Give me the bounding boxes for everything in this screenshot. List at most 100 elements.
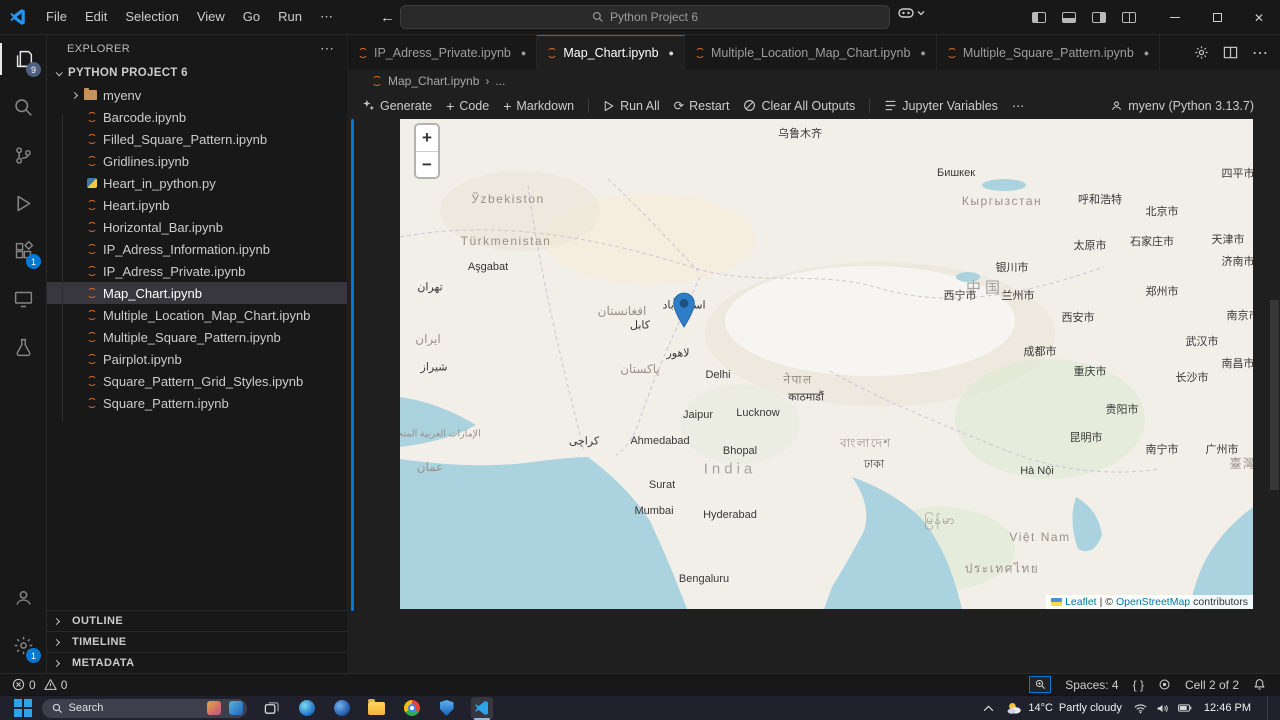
sidebar-item-search[interactable] bbox=[0, 83, 47, 131]
sidebar-item-remote-explorer[interactable] bbox=[0, 275, 47, 323]
modified-dot-icon[interactable]: ● bbox=[521, 48, 526, 58]
cell-indicator[interactable]: Cell 2 of 2 bbox=[1185, 678, 1239, 692]
tab-ip-adress-private[interactable]: IP_Adress_Private.ipynb ● bbox=[348, 35, 538, 70]
minimize-button[interactable] bbox=[1154, 0, 1196, 35]
taskbar-app-store[interactable] bbox=[331, 697, 353, 720]
settings-button[interactable]: 1 bbox=[0, 621, 47, 669]
show-hidden-icons-chevron[interactable] bbox=[983, 704, 994, 712]
close-button[interactable]: ✕ bbox=[1238, 0, 1280, 35]
sidebar-item-Pairplot.ipynb[interactable]: Pairplot.ipynb bbox=[47, 348, 347, 370]
zoom-in-button[interactable]: + bbox=[416, 125, 438, 151]
sidebar-item-Map_Chart.ipynb[interactable]: Map_Chart.ipynb bbox=[47, 282, 347, 304]
zoom-indicator[interactable] bbox=[1029, 676, 1052, 693]
modified-dot-icon[interactable]: ● bbox=[1144, 48, 1149, 58]
nav-back-icon[interactable]: ← bbox=[380, 9, 395, 26]
toggle-secondary-sidebar-icon[interactable] bbox=[1092, 12, 1106, 23]
sidebar-section-timeline[interactable]: TIMELINE bbox=[47, 631, 347, 652]
tab-multiple-square-pattern[interactable]: Multiple_Square_Pattern.ipynb ● bbox=[936, 35, 1161, 70]
openstreetmap-link[interactable]: OpenStreetMap bbox=[1116, 596, 1190, 608]
menu-view[interactable]: View bbox=[188, 0, 234, 34]
zoom-out-button[interactable]: − bbox=[416, 151, 438, 177]
file-name: IP_Adress_Private.ipynb bbox=[103, 263, 246, 279]
sidebar-item-source-control[interactable] bbox=[0, 131, 47, 179]
kernel-picker[interactable]: myenv (Python 3.13.7) bbox=[1110, 99, 1280, 113]
map-label: Lucknow bbox=[736, 407, 780, 419]
sidebar-item-Heart.ipynb[interactable]: Heart.ipynb bbox=[47, 194, 347, 216]
notebook-settings-icon[interactable] bbox=[1194, 45, 1209, 60]
taskbar-app-chrome[interactable] bbox=[401, 697, 423, 720]
sidebar-item-Barcode.ipynb[interactable]: Barcode.ipynb bbox=[47, 106, 347, 128]
sidebar-item-testing[interactable] bbox=[0, 323, 47, 371]
modified-dot-icon[interactable]: ● bbox=[669, 48, 674, 58]
sidebar-section-outline[interactable]: OUTLINE bbox=[47, 610, 347, 631]
search-icon bbox=[592, 11, 603, 22]
sidebar-item-extensions[interactable]: 1 bbox=[0, 227, 47, 275]
sidebar-item-Square_Pattern_Grid_Styles.ipynb[interactable]: Square_Pattern_Grid_Styles.ipynb bbox=[47, 370, 347, 392]
sidebar-item-explorer[interactable]: 9 bbox=[0, 35, 47, 83]
notebook-status-icon[interactable] bbox=[1158, 678, 1171, 691]
notifications-button[interactable] bbox=[1253, 678, 1266, 691]
toolbar-more-actions-icon[interactable]: ⋯ bbox=[1012, 98, 1025, 113]
account-button[interactable] bbox=[0, 573, 47, 621]
menu-[interactable]: ⋯ bbox=[311, 0, 342, 34]
run-all-button[interactable]: Run All bbox=[603, 99, 660, 113]
clear-all-outputs-button[interactable]: Clear All Outputs bbox=[743, 99, 855, 113]
modified-dot-icon[interactable]: ● bbox=[920, 48, 925, 58]
split-editor-icon[interactable] bbox=[1223, 45, 1238, 60]
sidebar-item-myenv[interactable]: myenv bbox=[47, 84, 347, 106]
breadcrumb[interactable]: Map_Chart.ipynb › ... bbox=[348, 70, 1280, 92]
menu-edit[interactable]: Edit bbox=[76, 0, 116, 34]
tab-map-chart[interactable]: Map_Chart.ipynb ● bbox=[537, 35, 685, 70]
project-root-row[interactable]: PYTHON PROJECT 6 bbox=[47, 62, 347, 84]
command-center-search[interactable]: Python Project 6 bbox=[400, 5, 890, 29]
sidebar-item-Heart_in_python.py[interactable]: Heart_in_python.py bbox=[47, 172, 347, 194]
language-mode-indicator[interactable]: { } bbox=[1133, 678, 1144, 692]
task-view-button[interactable] bbox=[261, 697, 283, 720]
map-marker-pin[interactable] bbox=[673, 292, 695, 328]
indentation-indicator[interactable]: Spaces: 4 bbox=[1065, 678, 1118, 692]
sidebar-item-Horizontal_Bar.ipynb[interactable]: Horizontal_Bar.ipynb bbox=[47, 216, 347, 238]
generate-button[interactable]: Generate bbox=[362, 99, 432, 113]
leaflet-map[interactable]: 乌鲁木齐 四平市 Бишкек Кыргызстан Ўzbekiston 呼和浩特 北京市… bbox=[400, 119, 1253, 609]
menu-go[interactable]: Go bbox=[234, 0, 269, 34]
taskbar-app-security[interactable] bbox=[436, 697, 458, 720]
explorer-more-actions-icon[interactable]: ⋯ bbox=[320, 40, 335, 57]
maximize-button[interactable] bbox=[1196, 0, 1238, 35]
toggle-sidebar-icon[interactable] bbox=[1032, 12, 1046, 23]
jupyter-variables-button[interactable]: Jupyter Variables bbox=[884, 99, 998, 113]
sidebar-item-Gridlines.ipynb[interactable]: Gridlines.ipynb bbox=[47, 150, 347, 172]
sidebar-item-Multiple_Square_Pattern.ipynb[interactable]: Multiple_Square_Pattern.ipynb bbox=[47, 326, 347, 348]
sidebar-item-run-debug[interactable] bbox=[0, 179, 47, 227]
taskbar-search[interactable]: Search bbox=[41, 698, 247, 718]
leaflet-link[interactable]: Leaflet bbox=[1065, 596, 1097, 608]
start-button[interactable] bbox=[14, 699, 32, 717]
customize-layout-icon[interactable] bbox=[1122, 12, 1136, 23]
system-tray[interactable] bbox=[1134, 703, 1192, 714]
sidebar-section-metadata[interactable]: METADATA bbox=[47, 652, 347, 673]
taskbar-clock[interactable]: 12:46 PM bbox=[1204, 702, 1251, 714]
problems-indicator[interactable]: 0 0 bbox=[12, 678, 67, 692]
menu-run[interactable]: Run bbox=[269, 0, 311, 34]
sidebar-item-Filled_Square_Pattern.ipynb[interactable]: Filled_Square_Pattern.ipynb bbox=[47, 128, 347, 150]
add-markdown-cell-button[interactable]: + Markdown bbox=[503, 99, 574, 113]
sidebar-item-IP_Adress_Information.ipynb[interactable]: IP_Adress_Information.ipynb bbox=[47, 238, 347, 260]
menu-selection[interactable]: Selection bbox=[116, 0, 187, 34]
sidebar-item-Multiple_Location_Map_Chart.ipynb[interactable]: Multiple_Location_Map_Chart.ipynb bbox=[47, 304, 347, 326]
breadcrumb-file[interactable]: Map_Chart.ipynb bbox=[388, 74, 479, 88]
copilot-button[interactable] bbox=[898, 6, 925, 20]
restart-button[interactable]: ⟳ Restart bbox=[674, 98, 730, 114]
show-desktop-button[interactable] bbox=[1267, 695, 1270, 720]
menu-file[interactable]: File bbox=[37, 0, 76, 34]
tab-multiple-location-map-chart[interactable]: Multiple_Location_Map_Chart.ipynb ● bbox=[684, 35, 937, 70]
taskbar-app-file-explorer[interactable] bbox=[366, 697, 388, 720]
add-code-cell-button[interactable]: + Code bbox=[446, 99, 489, 113]
breadcrumb-more[interactable]: ... bbox=[495, 74, 505, 88]
sidebar-item-IP_Adress_Private.ipynb[interactable]: IP_Adress_Private.ipynb bbox=[47, 260, 347, 282]
toggle-panel-icon[interactable] bbox=[1062, 12, 1076, 23]
weather-widget[interactable]: 14°C Partly cloudy bbox=[1006, 701, 1122, 715]
editor-scrollbar-thumb[interactable] bbox=[1270, 300, 1279, 490]
taskbar-app-vscode[interactable] bbox=[470, 696, 493, 720]
taskbar-app-edge[interactable] bbox=[296, 697, 318, 720]
editor-more-actions-icon[interactable]: ⋯ bbox=[1252, 43, 1268, 63]
sidebar-item-Square_Pattern.ipynb[interactable]: Square_Pattern.ipynb bbox=[47, 392, 347, 414]
